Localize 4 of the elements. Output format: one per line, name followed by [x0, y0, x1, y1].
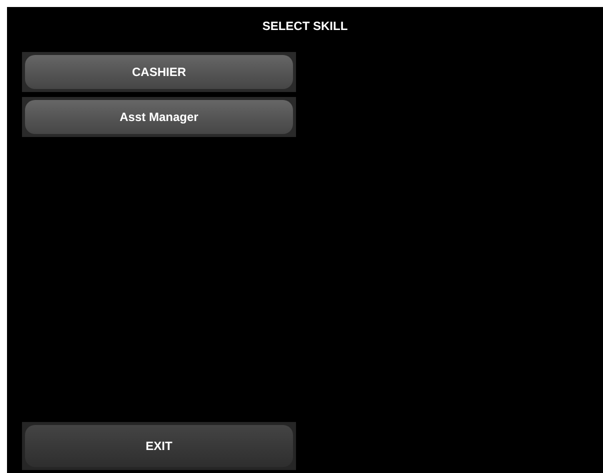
- screen-title: SELECT SKILL: [262, 18, 348, 35]
- skill-button[interactable]: Asst Manager: [25, 100, 293, 134]
- exit-button[interactable]: EXIT: [25, 425, 293, 467]
- skill-button[interactable]: CASHIER: [25, 55, 293, 89]
